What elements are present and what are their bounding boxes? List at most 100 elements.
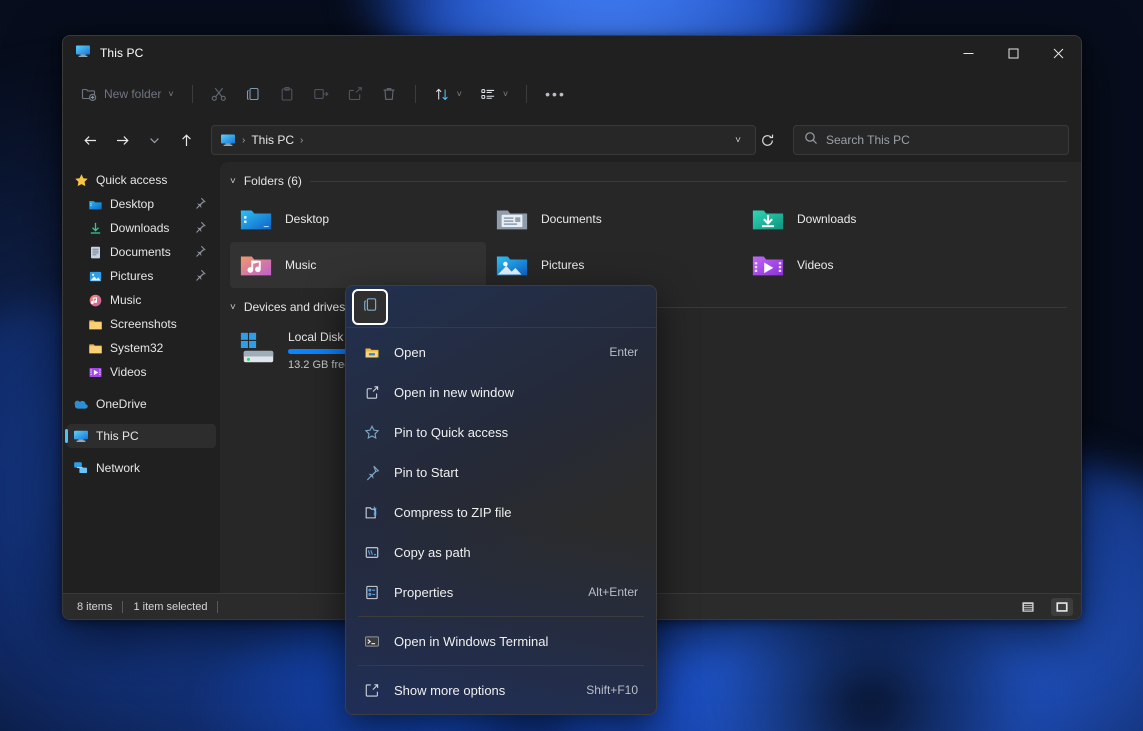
- sidebar-item-network[interactable]: Network: [67, 456, 216, 480]
- share-button[interactable]: [339, 78, 371, 110]
- sidebar-item-downloads[interactable]: Downloads: [67, 216, 216, 240]
- network-icon: [73, 460, 89, 476]
- delete-button[interactable]: [373, 78, 405, 110]
- refresh-button[interactable]: [758, 133, 781, 148]
- close-button[interactable]: [1036, 36, 1081, 70]
- context-menu-item-open-in-windows-terminal[interactable]: Open in Windows Terminal: [350, 621, 652, 661]
- context-menu-item-copy-as-path[interactable]: Copy as path: [350, 532, 652, 572]
- context-menu-item-label: Show more options: [394, 683, 505, 698]
- context-menu-item-compress-to-zip[interactable]: Compress to ZIP file: [350, 492, 652, 532]
- chevron-down-icon[interactable]: ˅: [168, 90, 173, 99]
- search-placeholder: Search This PC: [826, 133, 910, 147]
- folder-tile-desktop[interactable]: Desktop: [230, 196, 486, 242]
- devices-group-title: Devices and drives: [244, 300, 345, 314]
- details-view-button[interactable]: [1017, 598, 1039, 616]
- folder-tile-label: Documents: [541, 212, 602, 226]
- breadcrumb-separator[interactable]: ›: [298, 135, 305, 146]
- sort-button[interactable]: ˅: [426, 78, 470, 110]
- context-menu-item-accel: Shift+F10: [586, 683, 638, 697]
- sidebar-item-onedrive[interactable]: OneDrive: [67, 392, 216, 416]
- maximize-button[interactable]: [991, 36, 1036, 70]
- selection-count: 1 item selected: [133, 601, 207, 613]
- back-button[interactable]: [75, 125, 105, 155]
- paste-button[interactable]: [271, 78, 303, 110]
- copy-icon: [245, 86, 261, 102]
- desktop-folder-icon: [87, 196, 103, 212]
- scissors-icon: [211, 86, 227, 102]
- large-icons-view-button[interactable]: [1051, 598, 1073, 616]
- videos-folder-icon: [750, 247, 786, 283]
- copy-path-icon: [364, 544, 380, 560]
- view-button[interactable]: ˅: [472, 78, 516, 110]
- new-folder-label: New folder: [104, 87, 161, 101]
- pin-icon[interactable]: [194, 268, 206, 286]
- sidebar-item-desktop[interactable]: Desktop: [67, 192, 216, 216]
- breadcrumb-segment-this-pc[interactable]: This PC: [251, 133, 294, 147]
- pin-icon[interactable]: [194, 220, 206, 238]
- folders-group-title: Folders (6): [244, 174, 302, 188]
- context-menu-item-open-in-new-window[interactable]: Open in new window: [350, 372, 652, 412]
- folder-tile-pictures[interactable]: Pictures: [486, 242, 742, 288]
- desktop-folder-icon: [238, 201, 274, 237]
- share-icon: [347, 86, 363, 102]
- breadcrumb[interactable]: › This PC › ˅: [211, 125, 756, 155]
- show-more-icon: [364, 682, 380, 698]
- chevron-down-icon[interactable]: ˅: [457, 90, 462, 99]
- sidebar-item-quick-access[interactable]: Quick access: [67, 168, 216, 192]
- context-copy-button[interactable]: [354, 291, 386, 323]
- sidebar-item-documents[interactable]: Documents: [67, 240, 216, 264]
- folder-tile-documents[interactable]: Documents: [486, 196, 742, 242]
- copy-button[interactable]: [237, 78, 269, 110]
- folder-tile-videos[interactable]: Videos: [742, 242, 998, 288]
- folder-tile-downloads[interactable]: Downloads: [742, 196, 998, 242]
- folder-icon: [87, 340, 103, 356]
- context-menu-item-pin-to-quick-access[interactable]: Pin to Quick access: [350, 412, 652, 452]
- copy-icon: [362, 296, 379, 318]
- sidebar-item-system32[interactable]: System32: [67, 336, 216, 360]
- sidebar-item-screenshots[interactable]: Screenshots: [67, 312, 216, 336]
- sidebar-item-label: Videos: [110, 365, 146, 379]
- chevron-down-icon[interactable]: ˅: [230, 302, 236, 313]
- context-menu-item-show-more-options[interactable]: Show more options Shift+F10: [350, 670, 652, 710]
- up-button[interactable]: [171, 125, 201, 155]
- rename-button[interactable]: [305, 78, 337, 110]
- sidebar-item-this-pc[interactable]: This PC: [67, 424, 216, 448]
- zip-icon: [364, 504, 380, 520]
- sidebar-item-music[interactable]: Music: [67, 288, 216, 312]
- window-title: This PC: [100, 46, 143, 60]
- recent-locations-button[interactable]: [139, 125, 169, 155]
- downloads-folder-icon: [750, 201, 786, 237]
- context-menu-item-properties[interactable]: Properties Alt+Enter: [350, 572, 652, 612]
- sidebar-item-pictures[interactable]: Pictures: [67, 264, 216, 288]
- folder-tile-label: Pictures: [541, 258, 584, 272]
- folders-group-header[interactable]: ˅ Folders (6): [230, 170, 1081, 192]
- pin-icon[interactable]: [194, 196, 206, 214]
- context-menu-item-pin-to-start[interactable]: Pin to Start: [350, 452, 652, 492]
- star-icon: [73, 172, 89, 188]
- context-menu[interactable]: Open Enter Open in new window: [345, 285, 657, 715]
- view-icon: [480, 86, 496, 102]
- more-options-button[interactable]: •••: [537, 78, 574, 110]
- this-pc-icon: [75, 43, 91, 64]
- folder-tile-music[interactable]: Music: [230, 242, 486, 288]
- folder-tile-label: Videos: [797, 258, 833, 272]
- videos-folder-icon: [87, 364, 103, 380]
- chevron-down-icon[interactable]: ˅: [503, 90, 508, 99]
- navigation-pane[interactable]: Quick access Desktop: [63, 162, 220, 593]
- chevron-down-icon[interactable]: ˅: [230, 176, 236, 187]
- new-folder-button[interactable]: New folder ˅: [73, 78, 182, 110]
- folder-tile-label: Desktop: [285, 212, 329, 226]
- forward-button[interactable]: [107, 125, 137, 155]
- new-window-icon: [364, 384, 380, 400]
- folders-grid: Desktop: [230, 196, 1081, 288]
- search-input[interactable]: Search This PC: [793, 125, 1069, 155]
- pin-icon[interactable]: [194, 244, 206, 262]
- toolbar-divider-2: [415, 85, 416, 103]
- sidebar-item-label: Downloads: [110, 221, 169, 235]
- address-dropdown-icon[interactable]: ˅: [727, 135, 749, 146]
- cut-button[interactable]: [203, 78, 235, 110]
- this-pc-icon: [220, 132, 236, 148]
- minimize-button[interactable]: [946, 36, 991, 70]
- context-menu-item-open[interactable]: Open Enter: [350, 332, 652, 372]
- sidebar-item-videos[interactable]: Videos: [67, 360, 216, 384]
